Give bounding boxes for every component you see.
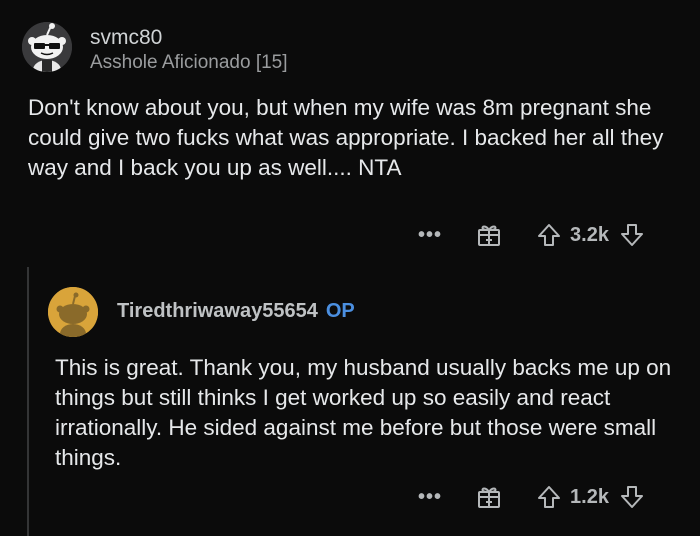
upvote-arrow-icon[interactable] (536, 222, 562, 248)
avatar[interactable] (22, 22, 72, 72)
op-badge: OP (325, 300, 355, 322)
vote-score: 3.2k (570, 223, 609, 246)
reply-actions: ••• 1.2k (418, 484, 645, 510)
downvote-arrow-icon[interactable] (619, 222, 645, 248)
snoo-sunglasses-avatar-icon (22, 22, 72, 72)
comment-body: Don't know about you, but when my wife w… (28, 95, 664, 180)
more-icon[interactable]: ••• (418, 486, 442, 509)
thread-line[interactable] (27, 267, 29, 536)
upvote-arrow-icon[interactable] (536, 484, 562, 510)
award-gift-icon[interactable] (476, 222, 502, 248)
more-icon[interactable]: ••• (418, 224, 442, 247)
avatar[interactable] (48, 287, 98, 337)
vote-score: 1.2k (570, 485, 609, 508)
reply-username[interactable]: Tiredthriwaway55654 (117, 300, 318, 322)
comment-actions: ••• 3.2k (418, 222, 645, 248)
reply-body: This is great. Thank you, my husband usu… (55, 355, 672, 470)
reply-username-row: Tiredthriwaway55654 OP (117, 300, 355, 323)
snoo-avatar-icon (48, 287, 98, 337)
user-flair: Asshole Aficionado [15] (90, 52, 288, 73)
award-gift-icon[interactable] (476, 484, 502, 510)
comment-username[interactable]: svmc80 (90, 26, 162, 50)
downvote-arrow-icon[interactable] (619, 484, 645, 510)
